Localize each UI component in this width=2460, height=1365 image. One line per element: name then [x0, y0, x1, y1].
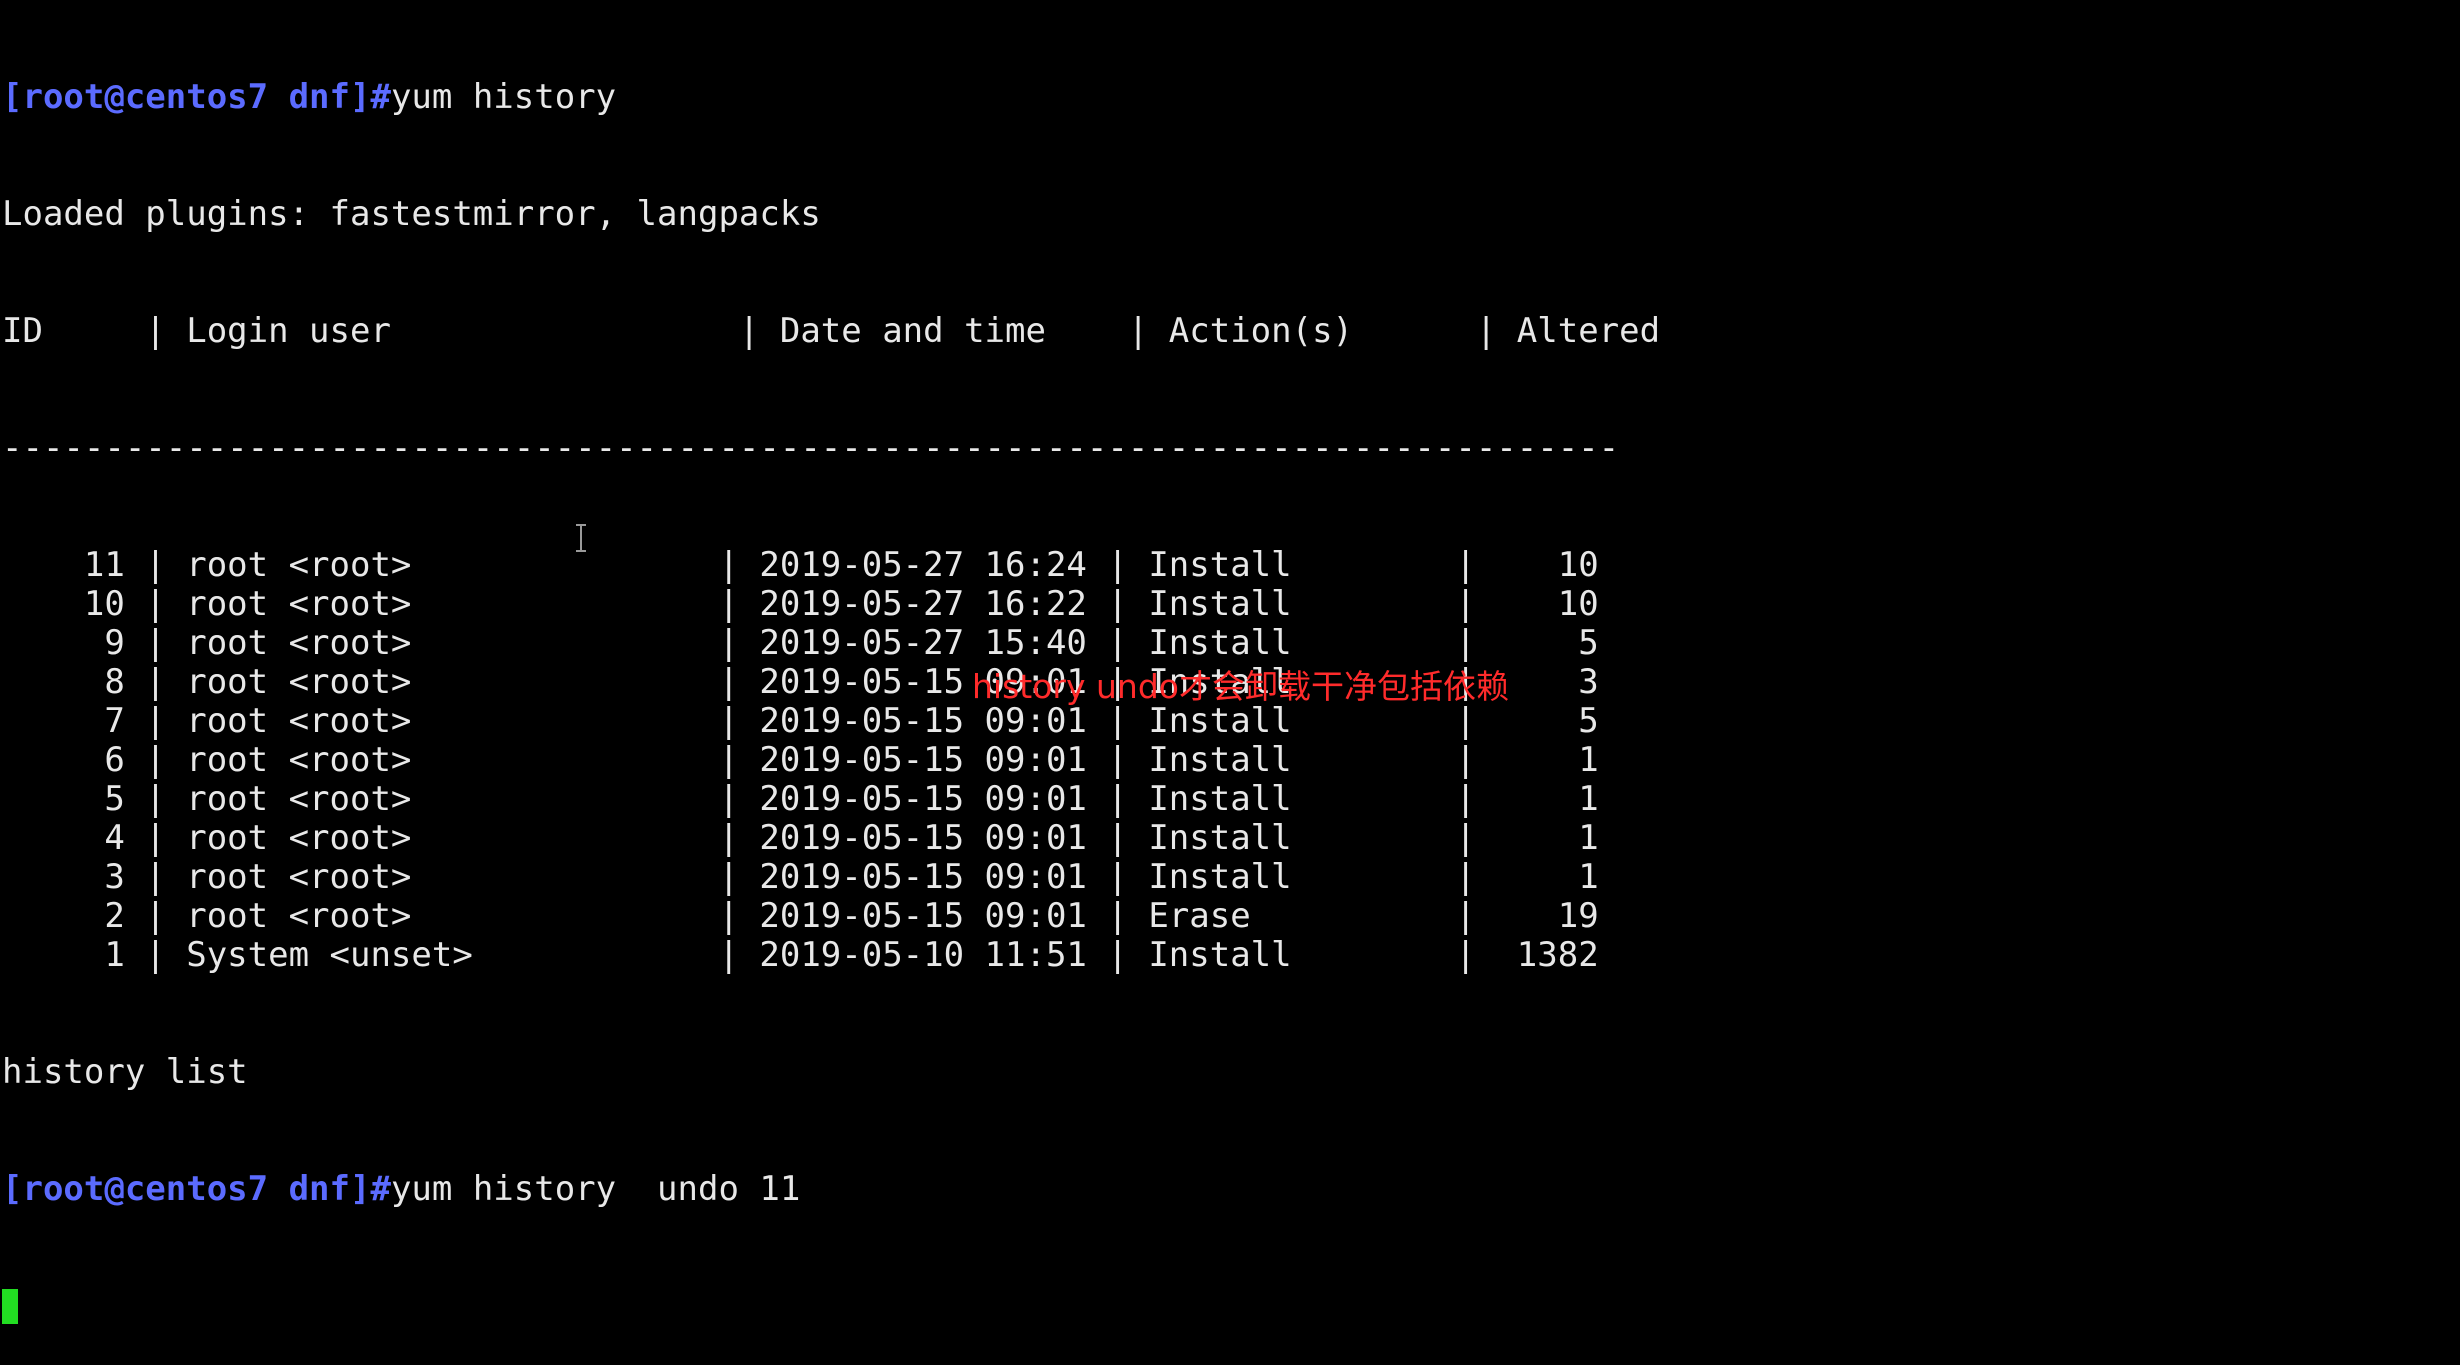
table-row: 5 | root <root> | 2019-05-15 09:01 | Ins…	[0, 780, 2460, 819]
cell-date-time: 2019-05-15 09:01 |	[759, 818, 1149, 858]
cell-id: 2 |	[2, 896, 187, 936]
command-line-2: [root@centos7 dnf]#yum history undo 11	[0, 1170, 2460, 1209]
cell-login-user: root <root> |	[186, 584, 760, 624]
cell-login-user: root <root> |	[186, 623, 760, 663]
table-row: 6 | root <root> | 2019-05-15 09:01 | Ins…	[0, 741, 2460, 780]
cell-id: 7 |	[2, 701, 187, 741]
terminal-cursor[interactable]	[2, 1289, 18, 1324]
header-id: ID |	[2, 311, 187, 351]
header-login-user: Login user |	[186, 311, 780, 351]
terminal-window[interactable]: [root@centos7 dnf]#yum history Loaded pl…	[0, 0, 2460, 1324]
cell-id: 6 |	[2, 740, 187, 780]
cell-altered: 5	[1496, 701, 1599, 741]
cell-action: Install |	[1148, 584, 1497, 624]
cell-date-time: 2019-05-15 09:01 |	[759, 740, 1149, 780]
cell-login-user: root <root> |	[186, 857, 760, 897]
cell-id: 1 |	[2, 935, 187, 975]
cell-action: Install |	[1148, 818, 1497, 858]
cell-id: 5 |	[2, 779, 187, 819]
cell-id: 8 |	[2, 662, 187, 702]
command-line-3[interactable]	[0, 1287, 2460, 1326]
cell-altered: 1	[1496, 740, 1599, 780]
cell-action: Install |	[1148, 545, 1497, 585]
history-table-header: ID | Login user | Date and time | Action…	[0, 312, 2460, 351]
table-row: 11 | root <root> | 2019-05-27 16:24 | In…	[0, 546, 2460, 585]
cell-date-time: 2019-05-15 09:01 |	[759, 896, 1149, 936]
cell-date-time: 2019-05-15 09:01 |	[759, 779, 1149, 819]
cell-id: 3 |	[2, 857, 187, 897]
shell-prompt: [root@centos7 dnf]#	[2, 1169, 391, 1209]
history-table-body: 11 | root <root> | 2019-05-27 16:24 | In…	[0, 546, 2460, 975]
command-line-1: [root@centos7 dnf]#yum history	[0, 78, 2460, 117]
cell-date-time: 2019-05-15 09:01 |	[759, 857, 1149, 897]
header-actions: Action(s) |	[1168, 311, 1517, 351]
table-row: 4 | root <root> | 2019-05-15 09:01 | Ins…	[0, 819, 2460, 858]
cell-action: Install |	[1148, 857, 1497, 897]
cell-login-user: root <root> |	[186, 662, 760, 702]
cell-altered: 5	[1496, 623, 1599, 663]
cell-action: Install |	[1148, 623, 1497, 663]
cell-id: 4 |	[2, 818, 187, 858]
cell-login-user: root <root> |	[186, 779, 760, 819]
cell-login-user: root <root> |	[186, 545, 760, 585]
cell-action: Install |	[1148, 935, 1497, 975]
cell-altered: 1382	[1496, 935, 1599, 975]
cell-action: Install |	[1148, 740, 1497, 780]
header-altered: Altered	[1516, 311, 1661, 351]
cell-altered: 10	[1496, 545, 1599, 585]
cell-date-time: 2019-05-10 11:51 |	[759, 935, 1149, 975]
command-text: yum history undo 11	[390, 1169, 801, 1209]
cell-login-user: System <unset> |	[186, 935, 760, 975]
text-cursor-icon	[576, 524, 586, 552]
cell-altered: 1	[1496, 818, 1599, 858]
shell-prompt: [root@centos7 dnf]#	[2, 77, 391, 117]
cell-login-user: root <root> |	[186, 818, 760, 858]
cell-altered: 10	[1496, 584, 1599, 624]
cell-altered: 1	[1496, 779, 1599, 819]
cell-action: Erase |	[1148, 896, 1497, 936]
cell-date-time: 2019-05-27 16:24 |	[759, 545, 1149, 585]
cell-action: Install |	[1148, 779, 1497, 819]
cell-altered: 3	[1496, 662, 1599, 702]
table-row: 3 | root <root> | 2019-05-15 09:01 | Ins…	[0, 858, 2460, 897]
cell-id: 10 |	[2, 584, 187, 624]
table-row: 1 | System <unset> | 2019-05-10 11:51 | …	[0, 936, 2460, 975]
table-row: 10 | root <root> | 2019-05-27 16:22 | In…	[0, 585, 2460, 624]
cell-date-time: 2019-05-27 16:22 |	[759, 584, 1149, 624]
header-date-time: Date and time |	[779, 311, 1169, 351]
cell-id: 9 |	[2, 623, 187, 663]
annotation-note: history undo才会卸载干净包括依赖	[972, 667, 1509, 706]
plugins-output-line: Loaded plugins: fastestmirror, langpacks	[2, 194, 821, 234]
history-table-separator: ----------------------------------------…	[2, 428, 1620, 468]
command-text: yum history	[390, 77, 617, 117]
cell-id: 11 |	[2, 545, 187, 585]
history-list-footer: history list	[2, 1052, 248, 1092]
cell-login-user: root <root> |	[186, 896, 760, 936]
cell-date-time: 2019-05-27 15:40 |	[759, 623, 1149, 663]
cell-altered: 1	[1496, 857, 1599, 897]
cell-login-user: root <root> |	[186, 740, 760, 780]
table-row: 9 | root <root> | 2019-05-27 15:40 | Ins…	[0, 624, 2460, 663]
cell-altered: 19	[1496, 896, 1599, 936]
table-row: 2 | root <root> | 2019-05-15 09:01 | Era…	[0, 897, 2460, 936]
cell-login-user: root <root> |	[186, 701, 760, 741]
